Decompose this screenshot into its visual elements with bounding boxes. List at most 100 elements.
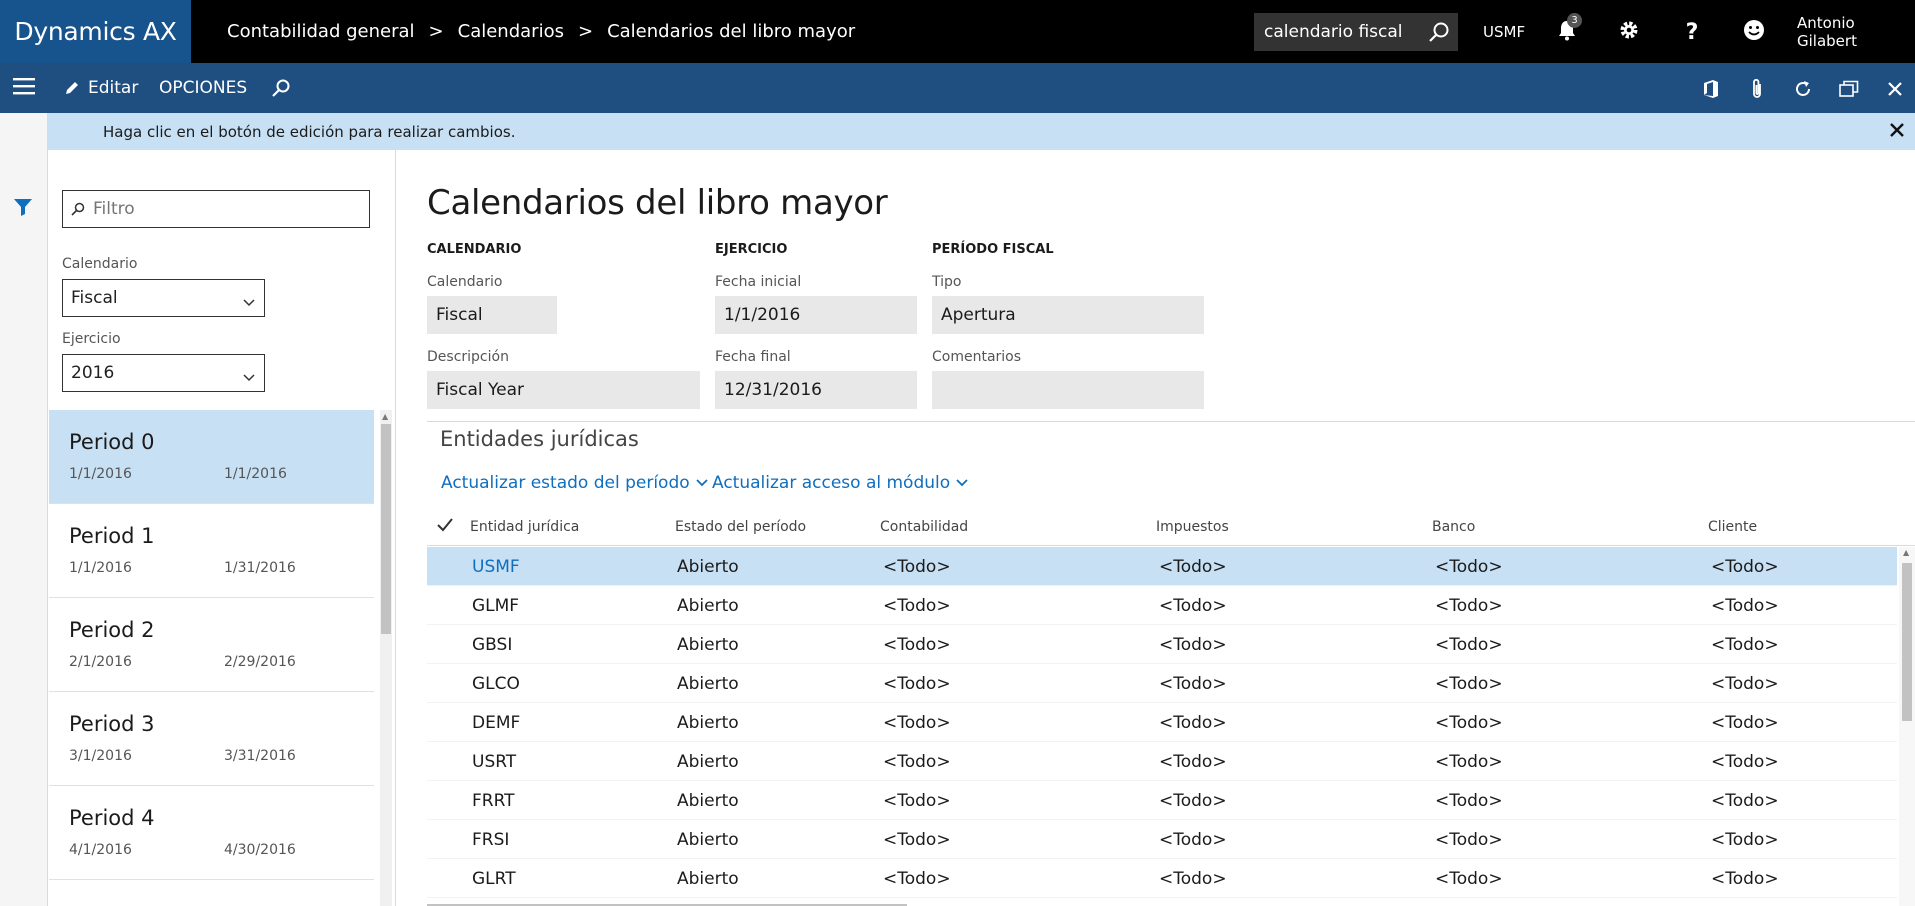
period-name: Period 2 bbox=[69, 618, 155, 642]
list-item[interactable]: Period 3 3/1/2016 3/31/2016 bbox=[49, 692, 374, 786]
app-brand[interactable]: Dynamics AX bbox=[0, 0, 191, 63]
cell-tax: <Todo> bbox=[1159, 752, 1227, 772]
breadcrumb-separator: > bbox=[428, 21, 444, 42]
refresh-button[interactable] bbox=[1791, 77, 1815, 101]
help-button[interactable]: ? bbox=[1677, 17, 1707, 47]
select-all-checkmark-icon[interactable] bbox=[437, 518, 453, 536]
list-scrollbar[interactable]: ▲ bbox=[380, 410, 392, 906]
column-header-ledger[interactable]: Contabilidad bbox=[880, 519, 968, 535]
list-item[interactable]: Period 1 1/1/2016 1/31/2016 bbox=[49, 504, 374, 598]
settings-button[interactable] bbox=[1614, 17, 1644, 47]
table-row[interactable]: GLCO Abierto <Todo> <Todo> <Todo> <Todo> bbox=[427, 664, 1897, 703]
filter-icon[interactable] bbox=[13, 197, 33, 221]
cell-entity[interactable]: GLMF bbox=[472, 596, 519, 616]
period-end: 2/29/2016 bbox=[224, 654, 296, 670]
nav-menu-button[interactable] bbox=[0, 63, 48, 113]
chevron-down-icon bbox=[243, 367, 255, 387]
cell-entity[interactable]: GBSI bbox=[472, 635, 512, 655]
cell-ledger: <Todo> bbox=[883, 596, 951, 616]
user-menu[interactable]: Antonio Gilabert bbox=[1797, 0, 1915, 63]
cell-ledger: <Todo> bbox=[883, 635, 951, 655]
options-button[interactable]: OPCIONES bbox=[159, 63, 247, 113]
cell-bank: <Todo> bbox=[1435, 869, 1503, 889]
section-title-legal-entities[interactable]: Entidades jurídicas bbox=[440, 427, 639, 451]
action-search-button[interactable] bbox=[271, 63, 291, 113]
cell-ledger: <Todo> bbox=[883, 713, 951, 733]
column-header-status[interactable]: Estado del período bbox=[675, 519, 806, 535]
scrollbar-thumb[interactable] bbox=[381, 424, 391, 634]
breadcrumb-item-calendars[interactable]: Calendarios bbox=[458, 21, 564, 42]
table-row[interactable]: GLMF Abierto <Todo> <Todo> <Todo> <Todo> bbox=[427, 586, 1897, 625]
period-start: 1/1/2016 bbox=[69, 466, 132, 482]
cell-tax: <Todo> bbox=[1159, 596, 1227, 616]
company-picker[interactable]: USMF bbox=[1483, 0, 1525, 63]
cell-entity[interactable]: FRSI bbox=[472, 830, 509, 850]
cell-ledger: <Todo> bbox=[883, 791, 951, 811]
end-date-field[interactable]: 12/31/2016 bbox=[715, 371, 917, 409]
breadcrumb-item-current[interactable]: Calendarios del libro mayor bbox=[607, 21, 855, 42]
close-icon[interactable] bbox=[1889, 122, 1905, 142]
close-form-button[interactable] bbox=[1883, 77, 1907, 101]
comments-label: Comentarios bbox=[932, 349, 1022, 365]
edit-button[interactable]: Editar bbox=[64, 63, 138, 113]
notifications-button[interactable]: 3 bbox=[1552, 13, 1582, 47]
type-field[interactable]: Apertura bbox=[932, 296, 1204, 334]
table-row[interactable]: USMF Abierto <Todo> <Todo> <Todo> <Todo> bbox=[427, 547, 1897, 586]
start-date-field[interactable]: 1/1/2016 bbox=[715, 296, 917, 334]
table-row[interactable]: FRSI Abierto <Todo> <Todo> <Todo> <Todo> bbox=[427, 820, 1897, 859]
start-date-label: Fecha inicial bbox=[715, 274, 802, 290]
description-field[interactable]: Fiscal Year bbox=[427, 371, 700, 409]
open-new-window-button[interactable] bbox=[1837, 77, 1861, 101]
office-button[interactable] bbox=[1699, 77, 1723, 101]
breadcrumb-separator: > bbox=[577, 21, 594, 42]
update-module-access-button[interactable]: Actualizar acceso al módulo bbox=[712, 473, 968, 493]
column-header-bank[interactable]: Banco bbox=[1432, 519, 1475, 535]
table-row[interactable]: USRT Abierto <Todo> <Todo> <Todo> <Todo> bbox=[427, 742, 1897, 781]
filter-input[interactable] bbox=[93, 199, 363, 219]
group-header-calendar: CALENDARIO bbox=[427, 242, 522, 257]
new-window-icon bbox=[1839, 80, 1859, 98]
table-row[interactable]: GLRT Abierto <Todo> <Todo> <Todo> <Todo> bbox=[427, 859, 1897, 898]
calendar-select[interactable]: Fiscal bbox=[62, 279, 265, 317]
list-item[interactable]: Period 4 4/1/2016 4/30/2016 bbox=[49, 786, 374, 880]
detail-pane: Calendarios del libro mayor CALENDARIO E… bbox=[397, 150, 1915, 906]
year-select[interactable]: 2016 bbox=[62, 354, 265, 392]
cell-tax: <Todo> bbox=[1159, 830, 1227, 850]
left-rail bbox=[0, 113, 48, 906]
table-row[interactable]: DEMF Abierto <Todo> <Todo> <Todo> <Todo> bbox=[427, 703, 1897, 742]
cell-entity[interactable]: USMF bbox=[472, 557, 520, 577]
close-icon bbox=[1887, 81, 1903, 97]
cell-tax: <Todo> bbox=[1159, 869, 1227, 889]
table-row[interactable]: FRRT Abierto <Todo> <Todo> <Todo> <Todo> bbox=[427, 781, 1897, 820]
feedback-button[interactable] bbox=[1739, 17, 1769, 47]
update-period-status-button[interactable]: Actualizar estado del período bbox=[441, 473, 708, 493]
cell-entity[interactable]: DEMF bbox=[472, 713, 520, 733]
cell-customer: <Todo> bbox=[1711, 752, 1779, 772]
attachments-button[interactable] bbox=[1745, 77, 1769, 101]
column-header-entity[interactable]: Entidad jurídica bbox=[470, 519, 579, 535]
cell-entity[interactable]: GLRT bbox=[472, 869, 516, 889]
breadcrumb-item-general-ledger[interactable]: Contabilidad general bbox=[227, 21, 415, 42]
table-row[interactable]: GBSI Abierto <Todo> <Todo> <Todo> <Todo> bbox=[427, 625, 1897, 664]
cell-entity[interactable]: USRT bbox=[472, 752, 516, 772]
period-name: Period 4 bbox=[69, 806, 155, 830]
scroll-up-icon[interactable]: ▲ bbox=[1903, 548, 1909, 557]
comments-field[interactable] bbox=[932, 371, 1204, 409]
column-header-customer[interactable]: Cliente bbox=[1708, 519, 1757, 535]
list-item[interactable]: Period 2 2/1/2016 2/29/2016 bbox=[49, 598, 374, 692]
pencil-icon bbox=[64, 80, 80, 96]
scrollbar-thumb[interactable] bbox=[1902, 563, 1912, 721]
calendar-field[interactable]: Fiscal bbox=[427, 296, 557, 334]
scroll-up-icon[interactable]: ▲ bbox=[382, 412, 388, 421]
action-pane: Editar OPCIONES bbox=[0, 63, 1915, 113]
search-icon bbox=[271, 78, 291, 98]
column-header-tax[interactable]: Impuestos bbox=[1156, 519, 1229, 535]
grid-scrollbar[interactable]: ▲ bbox=[1899, 547, 1915, 906]
global-search-input[interactable] bbox=[1254, 22, 1419, 42]
cell-entity[interactable]: FRRT bbox=[472, 791, 515, 811]
cell-entity[interactable]: GLCO bbox=[472, 674, 520, 694]
period-list: Period 0 1/1/2016 1/1/2016 Period 1 1/1/… bbox=[49, 410, 374, 906]
cell-status: Abierto bbox=[677, 791, 739, 811]
search-icon[interactable] bbox=[1428, 21, 1450, 47]
list-item[interactable]: Period 0 1/1/2016 1/1/2016 bbox=[49, 410, 374, 504]
